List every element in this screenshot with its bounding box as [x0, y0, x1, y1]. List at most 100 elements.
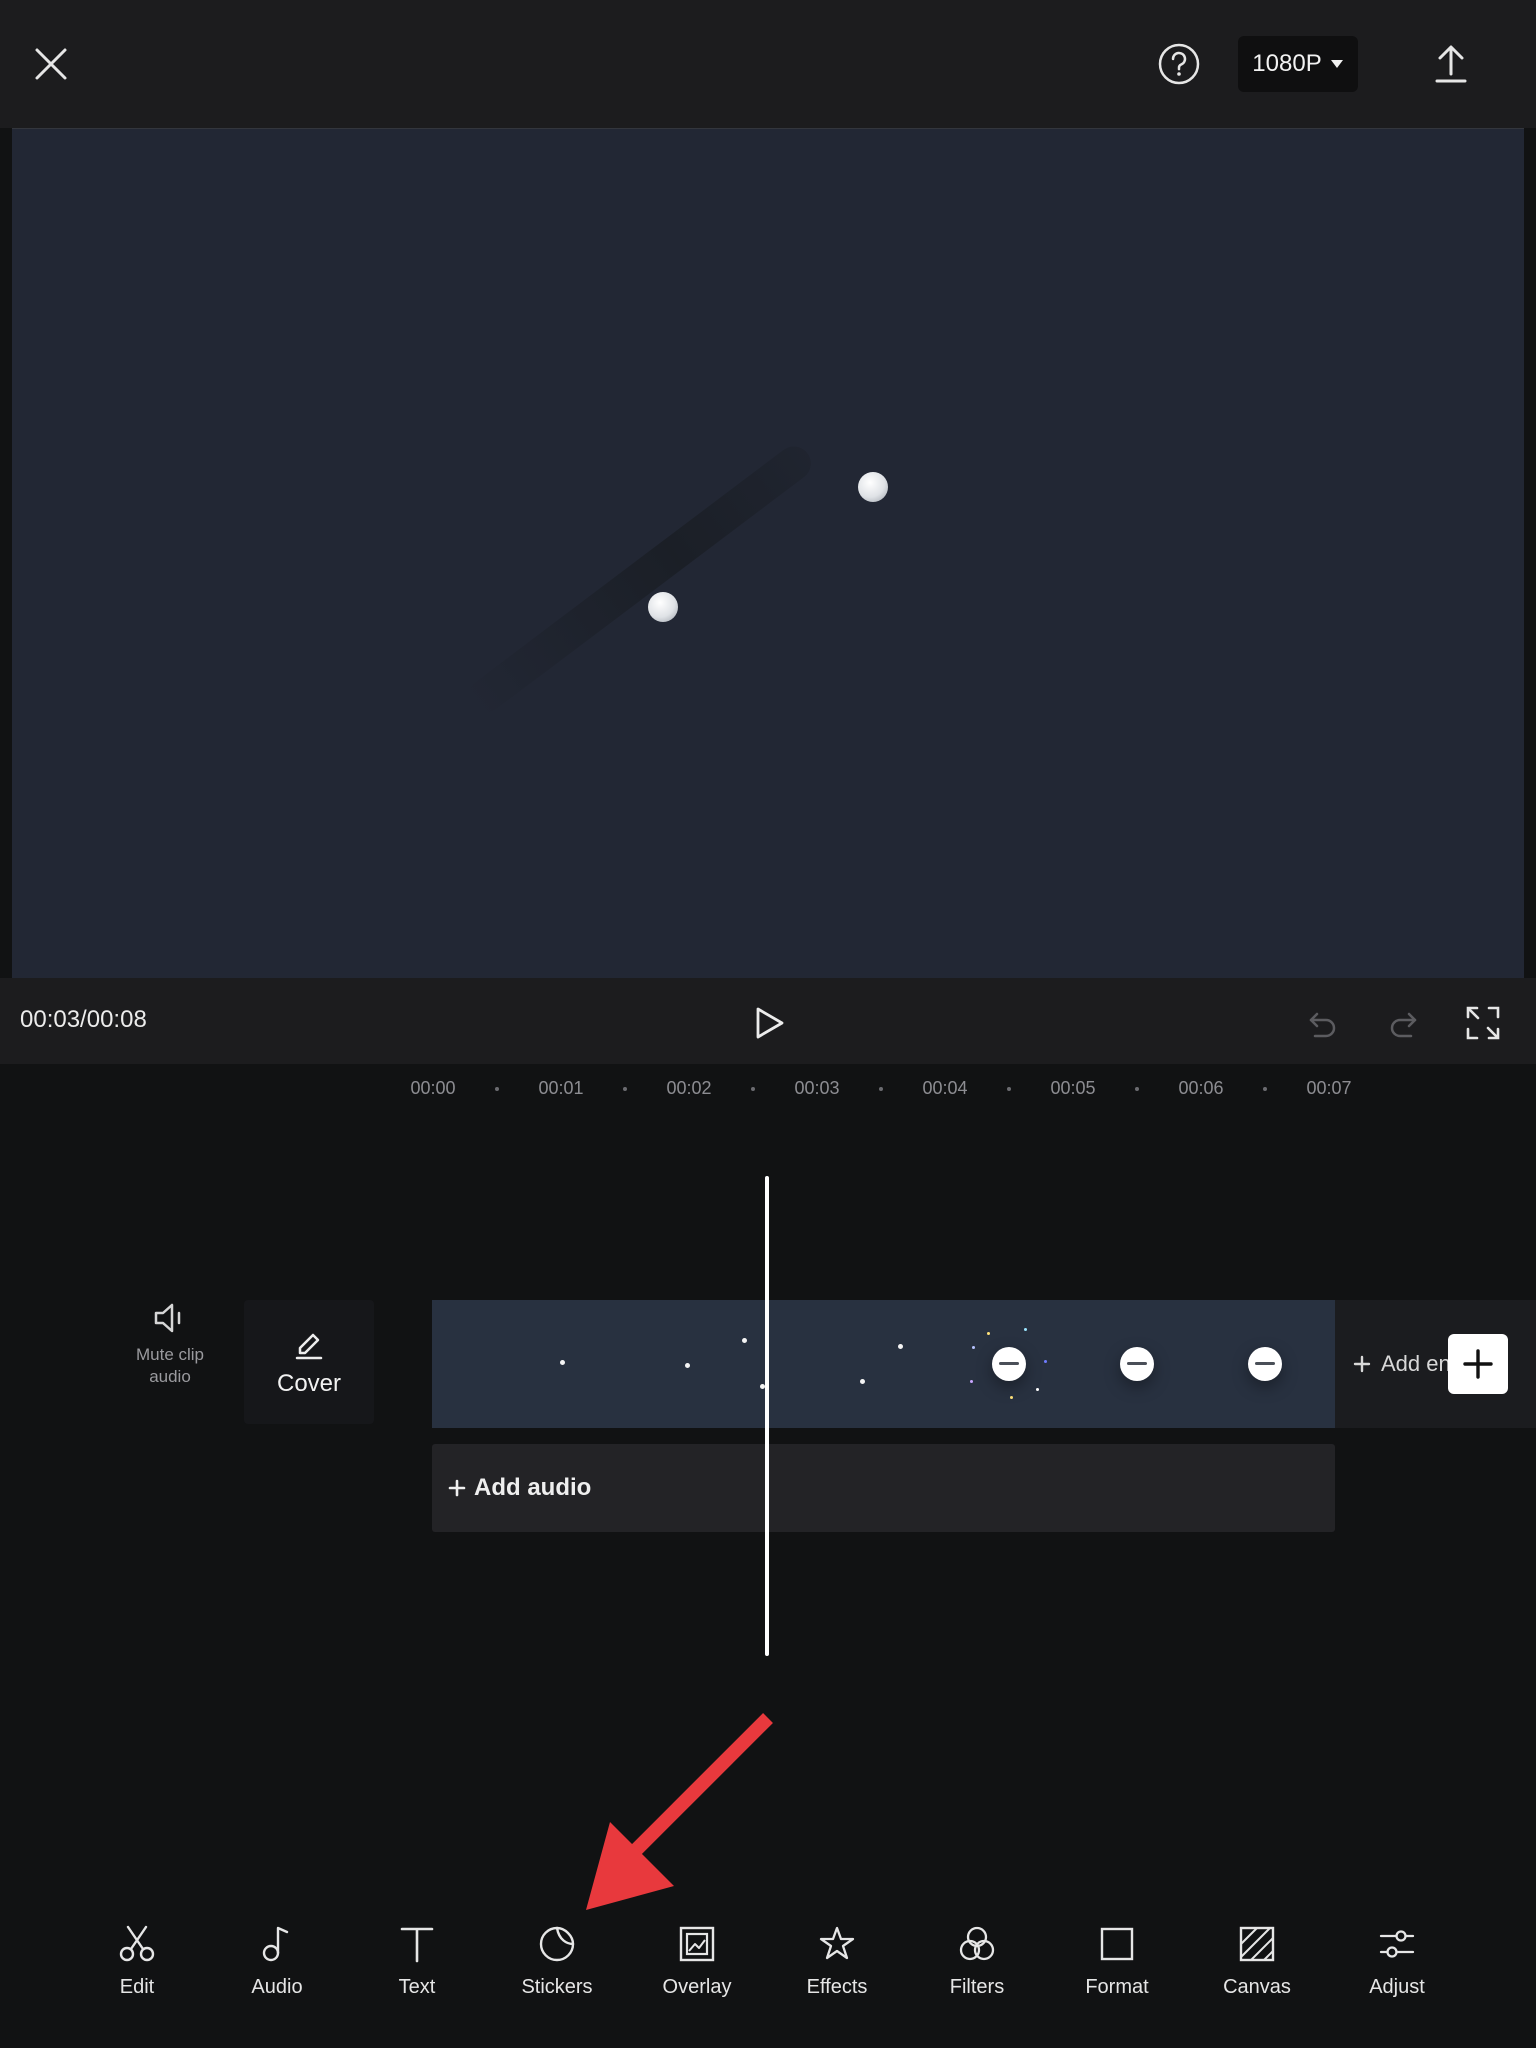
fullscreen-icon [1466, 1006, 1500, 1040]
tool-stickers[interactable]: Stickers [497, 1924, 617, 2020]
resolution-dropdown[interactable]: 1080P [1238, 36, 1358, 92]
mute-clip-audio-label: Mute clip audio [135, 1345, 205, 1386]
filters-icon [959, 1926, 995, 1961]
plus-icon [448, 1479, 466, 1497]
tool-label: Overlay [662, 1976, 732, 1998]
redo-icon [1390, 1012, 1417, 1038]
add-clip-button[interactable] [1448, 1334, 1508, 1394]
ruler-tick-dot [1007, 1087, 1011, 1091]
tool-effects[interactable]: Effects [777, 1924, 897, 2020]
player-controls: 00:03/00:08 [0, 978, 1536, 1064]
tool-label: Audio [251, 1976, 303, 1998]
tool-edit[interactable]: Edit [77, 1924, 197, 2020]
ruler-tick-dot [495, 1087, 499, 1091]
tool-label: Canvas [1223, 1976, 1291, 1998]
plus-icon [1353, 1355, 1371, 1373]
export-button[interactable] [1426, 36, 1476, 92]
bottom-toolbar: Edit Audio Text Stickers Overlay Effects… [0, 1916, 1536, 2048]
ruler-tick-label: 00:03 [794, 1078, 840, 1098]
tool-label: Edit [119, 1976, 155, 1998]
ruler-tick-label: 00:01 [538, 1078, 584, 1098]
thumbnail-dot [898, 1344, 903, 1349]
plus-icon [1463, 1349, 1493, 1379]
undo-icon [1309, 1012, 1336, 1038]
cover-label: Cover [276, 1370, 342, 1397]
sliders-icon [1379, 1930, 1415, 1958]
square-icon [1100, 1927, 1134, 1961]
spark [970, 1380, 973, 1383]
annotation-arrow-icon [586, 1713, 773, 1910]
tool-label: Text [398, 1976, 436, 1998]
spark [972, 1346, 975, 1349]
tool-label: Format [1085, 1976, 1149, 1998]
add-audio-label: Add audio [474, 1474, 592, 1501]
close-button[interactable] [22, 28, 80, 100]
thumbnail-dot [560, 1360, 565, 1365]
timecode: 00:03/00:08 [20, 1006, 147, 1033]
thumbnail-ball [1248, 1347, 1282, 1381]
tool-label: Filters [949, 1976, 1005, 1998]
spark [1024, 1328, 1027, 1331]
ruler-tick-label: 00:04 [922, 1078, 968, 1098]
thumbnail-dot [685, 1363, 690, 1368]
playhead[interactable] [765, 1176, 769, 1656]
upload-icon [1435, 45, 1467, 83]
tool-label: Stickers [521, 1976, 593, 1998]
caret-down-icon [1330, 60, 1343, 68]
ruler-tick-dot [879, 1087, 883, 1091]
ruler-tick-label: 00:05 [1050, 1078, 1096, 1098]
thumbnail-dot [742, 1338, 747, 1343]
sticker-icon [539, 1926, 575, 1962]
pencil-icon [295, 1333, 323, 1360]
thumbnail-ball [1120, 1347, 1154, 1381]
speaker-icon [154, 1303, 181, 1333]
undo-button[interactable] [1298, 998, 1348, 1048]
thumbnail-dot [860, 1379, 865, 1384]
spark [1044, 1360, 1047, 1363]
preview-ball-upper [858, 472, 888, 502]
ruler-tick-dot [1135, 1087, 1139, 1091]
scissors-icon [119, 1925, 155, 1962]
preview-ball-lower [648, 592, 678, 622]
video-clip-track[interactable] [432, 1300, 1335, 1428]
tool-canvas[interactable]: Canvas [1197, 1924, 1317, 2020]
tool-label: Effects [806, 1976, 868, 1998]
cover-button[interactable]: Cover [244, 1300, 374, 1424]
overlay-icon [679, 1926, 715, 1962]
tool-label: Adjust [1369, 1976, 1425, 1998]
play-button[interactable] [742, 996, 796, 1050]
add-audio-button[interactable]: Add audio [432, 1444, 1335, 1532]
motion-trail [461, 439, 818, 720]
fullscreen-button[interactable] [1458, 998, 1508, 1048]
ruler-tick-dot [1263, 1087, 1267, 1091]
star-icon [819, 1926, 855, 1960]
mute-clip-audio-button[interactable]: Mute clip audio [118, 1300, 222, 1410]
tool-adjust[interactable]: Adjust [1337, 1924, 1457, 2020]
spark [987, 1332, 990, 1335]
ruler-tick-label: 00:00 [410, 1078, 456, 1098]
ruler-tick-dot [623, 1087, 627, 1091]
top-bar: 1080P [0, 0, 1536, 128]
resolution-label: 1080P [1252, 50, 1322, 77]
spark [1010, 1396, 1013, 1399]
video-preview[interactable] [12, 128, 1524, 978]
thumbnail-ball [992, 1347, 1026, 1381]
ruler-tick-label: 00:06 [1178, 1078, 1224, 1098]
play-icon [756, 1007, 784, 1039]
ruler-tick-dot [751, 1087, 755, 1091]
tool-audio[interactable]: Audio [217, 1924, 337, 2020]
close-icon [35, 48, 67, 80]
tool-text[interactable]: Text [357, 1924, 477, 2020]
time-ruler[interactable]: 00:00 00:01 00:02 00:03 00:04 00:05 00:0… [0, 1064, 1536, 1112]
redo-button[interactable] [1378, 998, 1428, 1048]
help-button[interactable] [1154, 38, 1204, 90]
ruler-tick-label: 00:02 [666, 1078, 712, 1098]
canvas-icon [1239, 1926, 1275, 1962]
music-note-icon [262, 1926, 289, 1962]
help-icon [1158, 43, 1200, 85]
tool-overlay[interactable]: Overlay [637, 1924, 757, 2020]
text-icon [400, 1927, 434, 1963]
tool-filters[interactable]: Filters [917, 1924, 1037, 2020]
ruler-tick-label: 00:07 [1306, 1078, 1352, 1098]
tool-format[interactable]: Format [1057, 1924, 1177, 2020]
